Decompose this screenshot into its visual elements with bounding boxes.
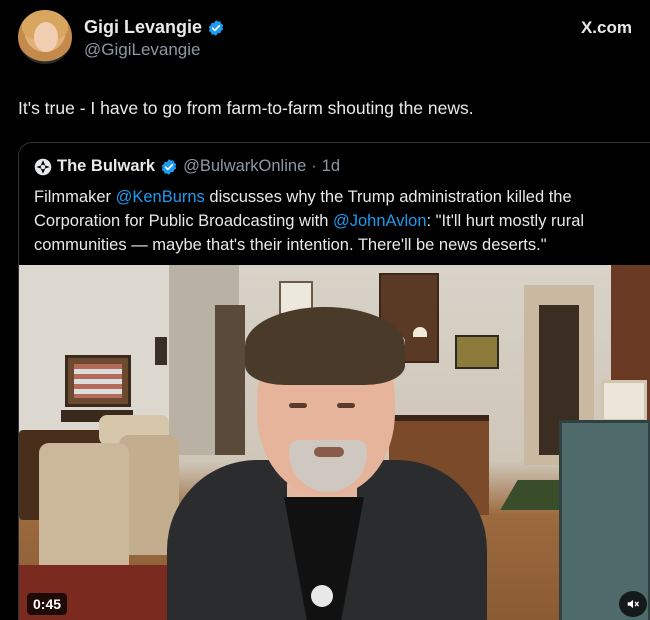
speaker-muted-icon[interactable]: [619, 591, 647, 617]
author-name-row: Gigi Levangie: [84, 17, 225, 38]
quoted-text: Filmmaker @KenBurns discusses why the Tr…: [34, 185, 634, 257]
author-avatar[interactable]: [18, 10, 72, 64]
quoted-text-part: Filmmaker: [34, 188, 116, 206]
quoted-author-name[interactable]: The Bulwark: [57, 157, 155, 176]
verified-badge-icon: [161, 158, 177, 175]
quoted-age: 1d: [321, 157, 341, 175]
quoted-post[interactable]: The Bulwark @BulwarkOnline · 1d Filmmake…: [18, 142, 650, 620]
post-text: It's true - I have to go from farm-to-fa…: [18, 98, 474, 118]
mention-kenburns-link[interactable]: @KenBurns: [116, 188, 205, 206]
site-label: X.com: [580, 18, 632, 37]
mention-johnavlon-link[interactable]: @JohnAvlon: [333, 212, 427, 230]
post-header: Gigi Levangie @GigiLevangie X.com: [18, 8, 638, 68]
quoted-header: The Bulwark @BulwarkOnline · 1d: [34, 157, 340, 176]
author-name[interactable]: Gigi Levangie: [84, 17, 202, 38]
quoted-separator: ·: [311, 157, 317, 175]
author-handle[interactable]: @GigiLevangie: [84, 40, 201, 60]
speaker-icon: [627, 599, 639, 609]
bulwark-logo-icon: [34, 158, 52, 175]
video-player[interactable]: 0:45: [19, 265, 650, 620]
video-timestamp: 0:45: [27, 593, 68, 615]
quoted-author-handle[interactable]: @BulwarkOnline: [183, 157, 306, 176]
verified-badge-icon: [208, 19, 224, 36]
